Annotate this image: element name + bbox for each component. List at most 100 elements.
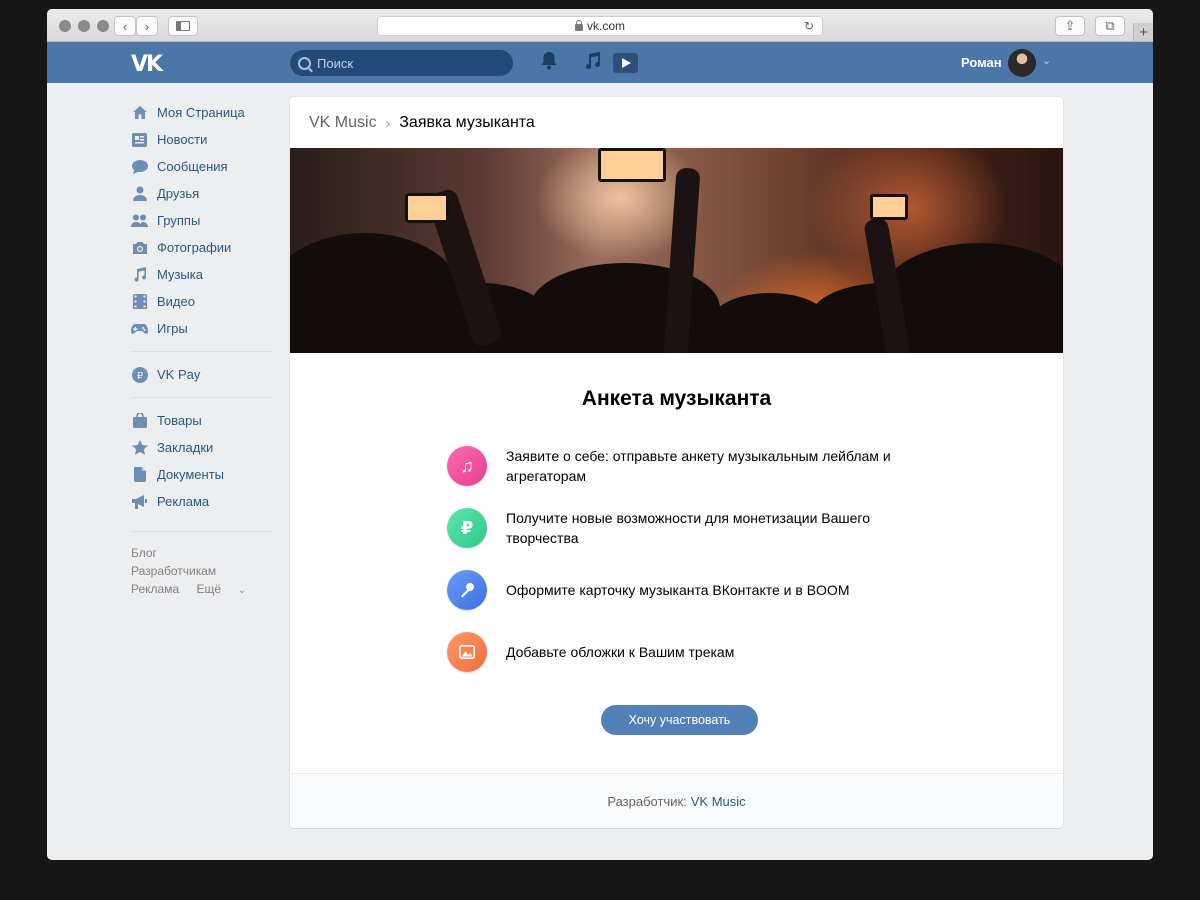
sidebar-item-label: Реклама xyxy=(157,494,210,509)
more-link-label: Ещё xyxy=(196,582,222,596)
tabs-overview-button[interactable]: ⧉ xyxy=(1095,16,1125,36)
breadcrumb-root[interactable]: VK Music xyxy=(309,114,377,132)
image-icon xyxy=(447,632,487,672)
reload-icon[interactable]: ↻ xyxy=(804,19,814,33)
sidebar-item-messages[interactable]: Сообщения xyxy=(131,153,273,180)
music-player-icon[interactable] xyxy=(582,51,602,76)
chevron-left-icon: ‹ xyxy=(122,18,128,34)
forward-button[interactable]: › xyxy=(136,16,158,36)
sidebar-item-label: Группы xyxy=(157,213,201,228)
more-link[interactable]: Ещё ⌄ xyxy=(196,582,259,596)
application-card: VK Music › Заявка музыканта Анкета музык… xyxy=(290,97,1063,828)
sidebar-item-label: Видео xyxy=(157,294,195,309)
sidebar-item-label: Документы xyxy=(157,467,225,482)
browser-toolbar: ‹ › vk.com ↻ ⇪ ⧉ + xyxy=(47,9,1153,42)
sidebar-item-bookmarks[interactable]: Закладки xyxy=(131,434,273,461)
search-box[interactable] xyxy=(290,50,513,76)
card-footer: Разработчик: VK Music xyxy=(290,773,1063,828)
search-icon xyxy=(298,56,311,70)
feature-item: Добавьте обложки к Вашим трекам xyxy=(447,632,917,672)
sidebar-item-news[interactable]: Новости xyxy=(131,126,273,153)
groups-icon xyxy=(131,212,148,229)
address-bar[interactable]: vk.com ↻ xyxy=(377,16,823,36)
sidebar-item-video[interactable]: Видео xyxy=(131,288,273,315)
developers-link[interactable]: Разработчикам xyxy=(131,564,216,578)
shopping-bag-icon xyxy=(131,412,148,429)
chevron-right-icon: › xyxy=(385,115,391,131)
blog-link[interactable]: Блог xyxy=(131,546,157,560)
share-button[interactable]: ⇪ xyxy=(1055,16,1085,36)
ruble-circle-icon: ₽ xyxy=(131,366,148,383)
sidebar-item-label: Музыка xyxy=(157,267,203,282)
site-header: VK Роман ⌄ xyxy=(47,42,1153,83)
microphone-icon xyxy=(447,570,487,610)
sidebar-item-label: Фотографии xyxy=(157,240,232,255)
avatar[interactable] xyxy=(1008,49,1036,77)
breadcrumb: VK Music › Заявка музыканта xyxy=(309,114,535,132)
ads-link[interactable]: Реклама xyxy=(131,582,179,596)
camera-icon xyxy=(131,239,148,256)
sidebar-divider xyxy=(131,351,273,352)
user-name[interactable]: Роман xyxy=(961,55,1002,70)
sidebar-item-label: Сообщения xyxy=(157,159,228,174)
video-play-icon[interactable] xyxy=(613,53,638,73)
left-sidebar: Моя Страница Новости Сообщения Друзья Гр… xyxy=(131,99,273,599)
sidebar-item-label: Друзья xyxy=(157,186,200,201)
browser-window: ‹ › vk.com ↻ ⇪ ⧉ + VK Роман ⌄ xyxy=(47,9,1153,860)
sidebar-item-my-page[interactable]: Моя Страница xyxy=(131,99,273,126)
chevron-down-icon[interactable]: ⌄ xyxy=(1042,54,1051,67)
minimize-window-button[interactable] xyxy=(78,20,90,32)
document-icon xyxy=(131,466,148,483)
feature-item: ₽ Получите новые возможности для монетиз… xyxy=(447,508,917,548)
feature-text: Заявите о себе: отправьте анкету музыкал… xyxy=(506,448,891,484)
sidebar-footer-links: Блог Разработчикам Реклама Ещё ⌄ xyxy=(131,544,273,599)
vk-logo[interactable]: VK xyxy=(131,52,163,77)
film-icon xyxy=(131,293,148,310)
friends-icon xyxy=(131,185,148,202)
messages-icon xyxy=(131,158,148,175)
gamepad-icon xyxy=(131,320,148,337)
sidebar-toggle-button[interactable] xyxy=(168,16,198,36)
back-button[interactable]: ‹ xyxy=(114,16,136,36)
chevron-down-icon: ⌄ xyxy=(238,585,246,595)
developer-link[interactable]: VK Music xyxy=(691,794,746,809)
sidebar-item-documents[interactable]: Документы xyxy=(131,461,273,488)
sidebar-icon xyxy=(176,21,190,31)
feature-text: Получите новые возможности для монетизац… xyxy=(506,510,871,546)
participate-button[interactable]: Хочу участвовать xyxy=(601,705,758,735)
concert-banner-image xyxy=(290,148,1063,353)
sidebar-item-label: Игры xyxy=(157,321,188,336)
sidebar-item-friends[interactable]: Друзья xyxy=(131,180,273,207)
sidebar-item-label: VK Pay xyxy=(157,367,201,382)
sidebar-item-ads[interactable]: Реклама xyxy=(131,488,273,515)
zoom-window-button[interactable] xyxy=(97,20,109,32)
feature-glyph: ₽ xyxy=(460,517,474,538)
search-input[interactable] xyxy=(317,55,497,71)
sidebar-item-photos[interactable]: Фотографии xyxy=(131,234,273,261)
new-tab-button[interactable]: + xyxy=(1133,23,1153,41)
notifications-bell-icon[interactable] xyxy=(540,51,558,76)
sidebar-item-label: Моя Страница xyxy=(157,105,245,120)
sidebar-divider xyxy=(131,531,273,532)
sidebar-divider xyxy=(131,397,273,398)
developer-label: Разработчик: xyxy=(607,793,687,809)
ruble-icon: ₽ xyxy=(447,508,487,548)
feature-item: ♫ Заявите о себе: отправьте анкету музык… xyxy=(447,446,917,486)
sidebar-item-label: Товары xyxy=(157,413,202,428)
sidebar-item-groups[interactable]: Группы xyxy=(131,207,273,234)
sidebar-item-market[interactable]: Товары xyxy=(131,407,273,434)
sidebar-item-games[interactable]: Игры xyxy=(131,315,273,342)
page-title: Анкета музыканта xyxy=(581,387,772,410)
chevron-right-icon: › xyxy=(144,18,150,34)
phone-screen xyxy=(405,193,449,223)
megaphone-icon xyxy=(131,493,148,510)
close-window-button[interactable] xyxy=(59,20,71,32)
feature-text: Оформите карточку музыканта ВКонтакте и … xyxy=(506,582,850,598)
share-icon: ⇪ xyxy=(1064,18,1076,33)
music-note-icon: ♫ xyxy=(447,446,487,486)
sidebar-item-vkpay[interactable]: ₽ VK Pay xyxy=(131,361,273,388)
feature-item: Оформите карточку музыканта ВКонтакте и … xyxy=(447,570,917,610)
music-note-icon xyxy=(131,266,148,283)
phone-screen xyxy=(870,194,908,220)
sidebar-item-music[interactable]: Музыка xyxy=(131,261,273,288)
